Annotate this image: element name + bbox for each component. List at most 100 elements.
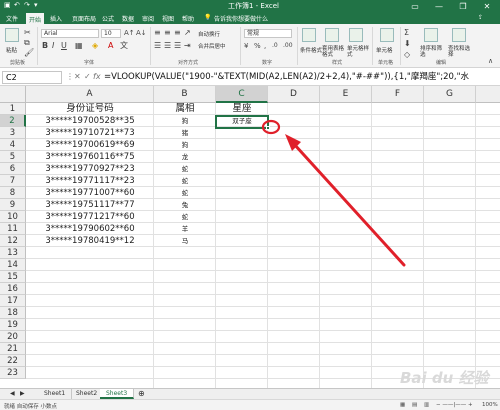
bold-icon[interactable]: B <box>42 41 48 51</box>
orientation-icon[interactable]: ↗ <box>184 28 191 38</box>
comma-icon[interactable]: , <box>264 41 266 51</box>
cell-id[interactable]: 3*****19771117**23 <box>26 175 154 187</box>
cut-icon[interactable]: ✂ <box>24 28 31 38</box>
align-middle-icon[interactable]: ≡ <box>164 28 171 38</box>
indent-icon[interactable]: ⇥ <box>184 41 191 51</box>
row-header[interactable]: 4 <box>0 139 26 151</box>
row-header[interactable]: 20 <box>0 331 26 343</box>
row-header[interactable]: 10 <box>0 211 26 223</box>
find-select-button[interactable]: 查找和选择 <box>448 46 472 58</box>
sort-filter-icon[interactable] <box>424 28 438 42</box>
font-color-icon[interactable]: A <box>108 41 113 51</box>
cell-zodiac[interactable]: 狗 <box>154 115 216 127</box>
fill-color-icon[interactable]: ◈ <box>92 41 98 51</box>
undo-icon[interactable]: ↶ <box>14 1 20 9</box>
cell-id[interactable]: 3*****19751117**77 <box>26 199 154 211</box>
column-header-g[interactable]: G <box>424 86 476 103</box>
row-header[interactable]: 5 <box>0 151 26 163</box>
cell-id[interactable]: 3*****19790602**60 <box>26 223 154 235</box>
cell-id[interactable]: 3*****19700528**35 <box>26 115 154 127</box>
row-header[interactable]: 7 <box>0 175 26 187</box>
tab-view[interactable]: 视图 <box>162 14 174 23</box>
cell-id[interactable]: 3*****19710721**73 <box>26 127 154 139</box>
find-select-icon[interactable] <box>452 28 466 42</box>
row-header[interactable]: 12 <box>0 235 26 247</box>
zoom-slider[interactable]: − ——|—— + <box>436 402 473 408</box>
clear-icon[interactable]: ◇ <box>404 50 410 60</box>
cell-zodiac[interactable]: 羊 <box>154 223 216 235</box>
tab-file[interactable]: 文件 <box>6 14 18 23</box>
align-top-icon[interactable]: ≡ <box>154 28 161 38</box>
cell-id[interactable]: 3*****19770927**23 <box>26 163 154 175</box>
zoom-level[interactable]: 100% <box>482 402 498 408</box>
cancel-icon[interactable]: ✕ <box>74 72 81 81</box>
select-all-corner[interactable] <box>0 86 26 103</box>
save-icon[interactable]: ▣ <box>4 1 11 9</box>
row-header[interactable]: 1 <box>0 103 26 115</box>
borders-icon[interactable]: ▦ <box>75 41 83 51</box>
align-right-icon[interactable]: ☰ <box>174 41 181 51</box>
column-header-f[interactable]: F <box>372 86 424 103</box>
increase-decimal-icon[interactable]: .0 <box>272 41 278 51</box>
row-header[interactable]: 23 <box>0 367 26 379</box>
next-sheet-icon[interactable]: ▶ <box>14 389 31 399</box>
copy-icon[interactable]: ⧉ <box>24 38 30 48</box>
share-icon[interactable]: ⇪ <box>478 14 483 21</box>
restore-button[interactable]: ❐ <box>452 0 474 13</box>
page-layout-icon[interactable]: ▤ <box>412 402 417 408</box>
cell-zodiac[interactable]: 龙 <box>154 151 216 163</box>
cell-style-button[interactable]: 单元格样式 <box>347 46 369 58</box>
cell-zodiac[interactable]: 蛇 <box>154 163 216 175</box>
autosum-icon[interactable]: Σ <box>404 28 409 38</box>
row-header[interactable]: 15 <box>0 271 26 283</box>
normal-view-icon[interactable]: ▦ <box>400 402 405 408</box>
phonetic-icon[interactable]: 文 <box>120 41 128 51</box>
enter-icon[interactable]: ✓ <box>84 72 91 81</box>
formula-input[interactable]: =VLOOKUP(VALUE("1900-"&TEXT(MID(A2,LEN(A… <box>104 71 498 84</box>
row-header[interactable]: 21 <box>0 343 26 355</box>
row-header[interactable]: 11 <box>0 223 26 235</box>
add-sheet-icon[interactable]: ⊕ <box>132 389 151 399</box>
conditional-format-button[interactable]: 条件格式 <box>300 46 322 54</box>
number-format-select[interactable]: 常规 <box>244 29 292 38</box>
ribbon-display-icon[interactable]: ▭ <box>404 0 426 13</box>
wrap-text-button[interactable]: 自动换行 <box>198 30 220 38</box>
paste-button[interactable]: 粘贴 <box>6 46 17 54</box>
row-header[interactable]: 22 <box>0 355 26 367</box>
insert-function-icon[interactable]: fx <box>93 72 101 81</box>
italic-icon[interactable]: I <box>52 41 54 51</box>
table-format-button[interactable]: 套用表格格式 <box>322 46 346 58</box>
page-break-icon[interactable]: ▥ <box>424 402 429 408</box>
tab-review[interactable]: 审阅 <box>142 14 154 23</box>
spreadsheet-grid[interactable]: A B C D E F G 1 2 3 4 5 6 7 8 9 10 11 12… <box>0 86 500 388</box>
format-painter-icon[interactable]: 🖌 <box>24 48 34 58</box>
cell-id[interactable]: 3*****19700619**69 <box>26 139 154 151</box>
cell-id[interactable]: 3*****19760116**75 <box>26 151 154 163</box>
sort-filter-button[interactable]: 排序和筛选 <box>420 46 444 58</box>
cells-button[interactable]: 单元格 <box>376 46 393 54</box>
tab-data[interactable]: 数据 <box>122 14 134 23</box>
customize-toolbar-icon[interactable]: ▾ <box>34 1 38 9</box>
collapse-ribbon-icon[interactable]: ∧ <box>488 56 493 66</box>
align-center-icon[interactable]: ☰ <box>164 41 171 51</box>
cell-zodiac[interactable]: 蛇 <box>154 187 216 199</box>
row-header[interactable]: 3 <box>0 127 26 139</box>
redo-icon[interactable]: ↷ <box>24 1 30 9</box>
name-box[interactable]: C2 <box>2 71 62 84</box>
cell-zodiac[interactable]: 猪 <box>154 127 216 139</box>
align-left-icon[interactable]: ☰ <box>154 41 161 51</box>
sheet-tab-1[interactable]: Sheet1 <box>38 389 73 399</box>
column-header-more[interactable] <box>476 86 500 103</box>
cell-zodiac[interactable]: 兔 <box>154 199 216 211</box>
fill-handle[interactable] <box>266 126 270 130</box>
row-header[interactable]: 17 <box>0 295 26 307</box>
table-format-icon[interactable] <box>325 28 339 42</box>
row-header[interactable]: 19 <box>0 319 26 331</box>
sheet-tab-3[interactable]: Sheet3 <box>100 389 135 399</box>
cell-id[interactable]: 3*****19780419**12 <box>26 235 154 247</box>
column-header-b[interactable]: B <box>154 86 216 103</box>
column-header-e[interactable]: E <box>320 86 372 103</box>
tab-help[interactable]: 帮助 <box>182 14 194 23</box>
decrease-decimal-icon[interactable]: .00 <box>283 41 293 51</box>
grow-font-icon[interactable]: A↑ <box>124 28 135 38</box>
